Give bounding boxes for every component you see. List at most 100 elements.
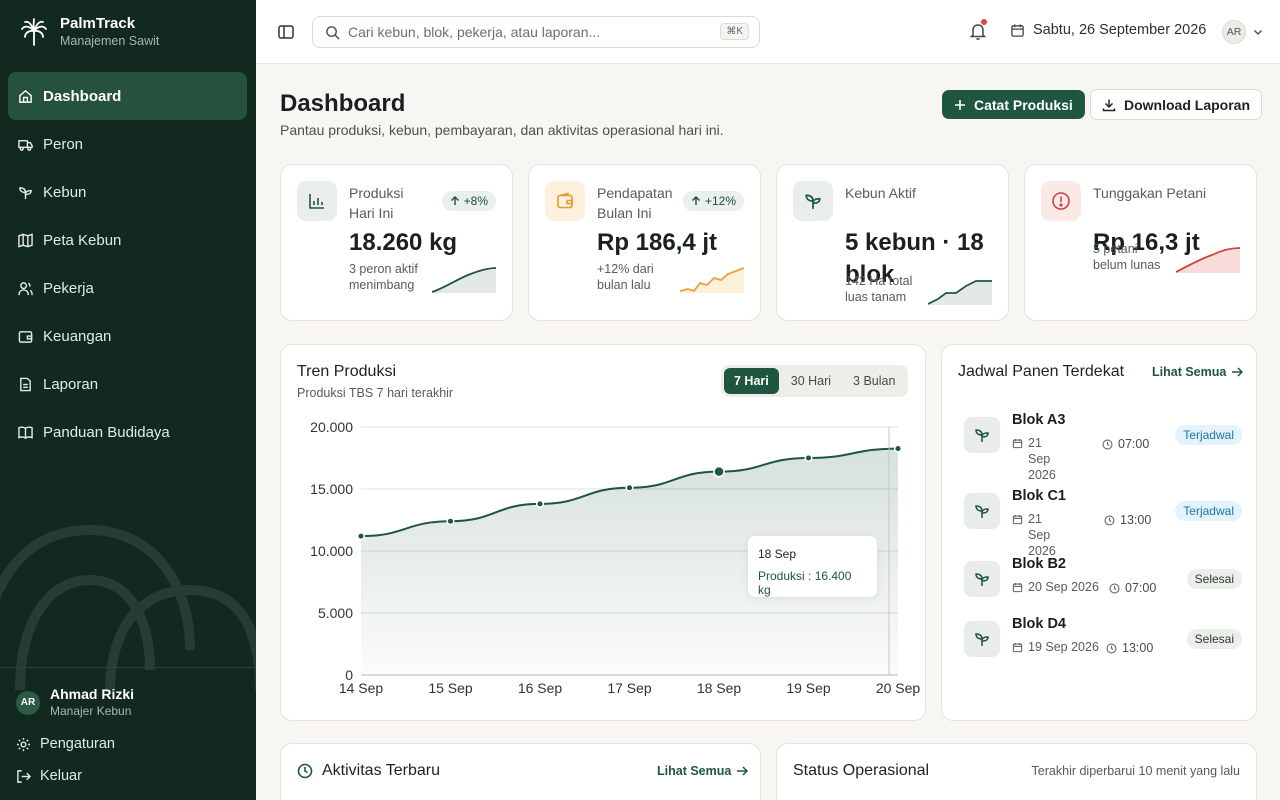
sidebar-item-peta-kebun[interactable]: Peta Kebun	[8, 216, 247, 264]
sidebar-toggle-icon[interactable]	[276, 22, 296, 42]
notification-button[interactable]	[968, 19, 988, 41]
sidebar-item-keuangan[interactable]: Keuangan	[8, 312, 247, 360]
data-point	[535, 499, 545, 508]
stat-label: Pendapatan Bulan Ini	[597, 185, 673, 221]
sidebar-item-panduan-budidaya[interactable]: Panduan Budidaya	[8, 408, 247, 456]
recent-activity-card: Aktivitas Terbaru Lihat Semua	[280, 743, 761, 800]
schedule-title: Jadwal Panen Terdekat	[958, 363, 1125, 380]
search-icon	[326, 25, 340, 40]
y-tick-label: 20.000	[310, 419, 353, 435]
schedule-time-text: 13:00	[1120, 513, 1152, 527]
search-input[interactable]	[348, 24, 708, 40]
download-icon	[1102, 99, 1116, 111]
sidebar-item-label: Keuangan	[43, 327, 112, 345]
sidebar-nav: Dashboard Peron Kebun Peta Kebun Pekerja…	[8, 72, 247, 456]
download-report-button[interactable]: Download Laporan	[1090, 89, 1262, 120]
x-tick-label: 18 Sep	[697, 680, 742, 696]
wallet-icon	[545, 181, 585, 221]
stat-note: +12% dari bulan lalu	[597, 262, 654, 292]
logout-icon	[17, 769, 31, 783]
avatar: AR	[16, 690, 40, 715]
range-option-7d[interactable]: 7 Hari	[724, 368, 779, 394]
date-text: Sabtu, 26 September 2026	[1033, 22, 1207, 38]
schedule-time-text: 13:00	[1122, 641, 1154, 655]
calendar-icon	[1012, 439, 1023, 449]
sidebar-item-label: Panduan Budidaya	[43, 423, 170, 441]
tooltip-date: 18 Sep	[758, 547, 797, 561]
wallet-icon	[18, 330, 33, 343]
stat-card-active-gardens[interactable]: Kebun Aktif 5 kebun · 18 blok 142 Ha tot…	[776, 164, 1009, 321]
brand[interactable]: PalmTrack Manajemen Sawit	[18, 15, 159, 49]
arrow-up-icon	[450, 196, 459, 205]
gear-icon	[16, 737, 31, 751]
status-badge: Selesai	[1186, 569, 1242, 589]
production-chart[interactable]: 0 5.000 10.000 15.000 20.000 14 Sep 15 Sep 16 S…	[281, 345, 927, 722]
user-name: Ahmad Rizki	[50, 686, 135, 702]
settings-link[interactable]: Pengaturan	[16, 736, 115, 752]
schedule-time: 13:00	[1104, 513, 1151, 527]
schedule-block-name: Blok B2	[1012, 556, 1066, 572]
calendar-icon	[1012, 643, 1023, 653]
arrow-up-icon	[691, 196, 700, 205]
users-icon	[18, 281, 33, 295]
sidebar-item-label: Peta Kebun	[43, 231, 122, 249]
calendar-icon	[1011, 23, 1024, 37]
status-badge: Terjadwal	[1175, 425, 1242, 445]
range-selector: 7 Hari 30 Hari 3 Bulan	[721, 365, 909, 397]
user-role: Manajer Kebun	[50, 704, 132, 718]
calendar-icon	[1012, 583, 1023, 593]
brand-name: PalmTrack	[60, 15, 136, 32]
sparkline	[680, 267, 744, 293]
avatar: AR	[1222, 20, 1246, 44]
see-all-label: Lihat Semua	[657, 764, 732, 778]
user-menu[interactable]: AR	[1222, 20, 1264, 44]
notification-dot	[981, 19, 987, 25]
stat-note: 3 peron aktif menimbang	[349, 262, 418, 292]
stat-badge: +12%	[682, 191, 744, 211]
clock-icon	[1102, 438, 1113, 450]
sidebar-item-label: Pekerja	[43, 279, 94, 297]
range-option-3m[interactable]: 3 Bulan	[843, 368, 905, 394]
harvest-schedule-card: Jadwal Panen Terdekat Lihat Semua Blok A…	[941, 344, 1257, 721]
sidebar: PalmTrack Manajemen Sawit Dashboard Pero…	[0, 0, 256, 800]
user-profile[interactable]: AR Ahmad Rizki Manajer Kebun	[16, 686, 134, 719]
activity-title: Aktivitas Terbaru	[322, 762, 440, 779]
sidebar-item-pekerja[interactable]: Pekerja	[8, 264, 247, 312]
stat-card-revenue[interactable]: Pendapatan Bulan Ini +12% Rp 186,4 jt +1…	[528, 164, 761, 321]
ops-updated: Terakhir diperbarui 10 menit yang lalu	[1031, 764, 1240, 778]
x-tick-label: 20 Sep	[876, 680, 921, 696]
schedule-date: 21 Sep 2026	[1012, 511, 1064, 559]
schedule-date: 19 Sep 2026	[1012, 639, 1099, 655]
schedule-see-all-link[interactable]: Lihat Semua	[1152, 365, 1244, 379]
range-option-30d[interactable]: 30 Hari	[781, 368, 841, 394]
download-report-label: Download Laporan	[1124, 96, 1250, 113]
sidebar-item-laporan[interactable]: Laporan	[8, 360, 247, 408]
y-tick-label: 15.000	[310, 481, 353, 497]
data-point	[804, 453, 813, 463]
schedule-block-name: Blok C1	[1012, 488, 1066, 504]
schedule-date: 20 Sep 2026	[1012, 579, 1099, 595]
clock-icon	[1109, 582, 1120, 594]
x-tick-label: 19 Sep	[786, 680, 831, 696]
activity-see-all-link[interactable]: Lihat Semua	[657, 764, 749, 778]
record-production-label: Catat Produksi	[974, 96, 1073, 113]
stat-card-arrears[interactable]: Tunggakan Petani Rp 16,3 jt 5 petani bel…	[1024, 164, 1257, 321]
status-badge: Selesai	[1186, 629, 1242, 649]
x-tick-label: 14 Sep	[339, 680, 384, 696]
logout-link[interactable]: Keluar	[16, 768, 82, 784]
palm-logo-icon	[18, 16, 50, 48]
sprout-icon	[793, 181, 833, 221]
sidebar-item-kebun[interactable]: Kebun	[8, 168, 247, 216]
stat-label: Produksi Hari Ini	[349, 185, 404, 221]
record-production-button[interactable]: Catat Produksi	[942, 90, 1085, 119]
search-box[interactable]: ⌘K	[312, 16, 760, 48]
stat-note: 142 Ha total luas tanam	[845, 274, 913, 304]
chevron-down-icon	[1253, 29, 1263, 36]
sprout-icon	[19, 186, 32, 199]
stat-card-production[interactable]: Produksi Hari Ini +8% 18.260 kg 3 peron …	[280, 164, 513, 321]
sidebar-item-dashboard[interactable]: Dashboard	[8, 72, 247, 120]
y-tick-label: 10.000	[310, 543, 353, 559]
sprout-icon	[964, 561, 1000, 597]
plus-icon	[955, 99, 965, 110]
sidebar-item-peron[interactable]: Peron	[8, 120, 247, 168]
